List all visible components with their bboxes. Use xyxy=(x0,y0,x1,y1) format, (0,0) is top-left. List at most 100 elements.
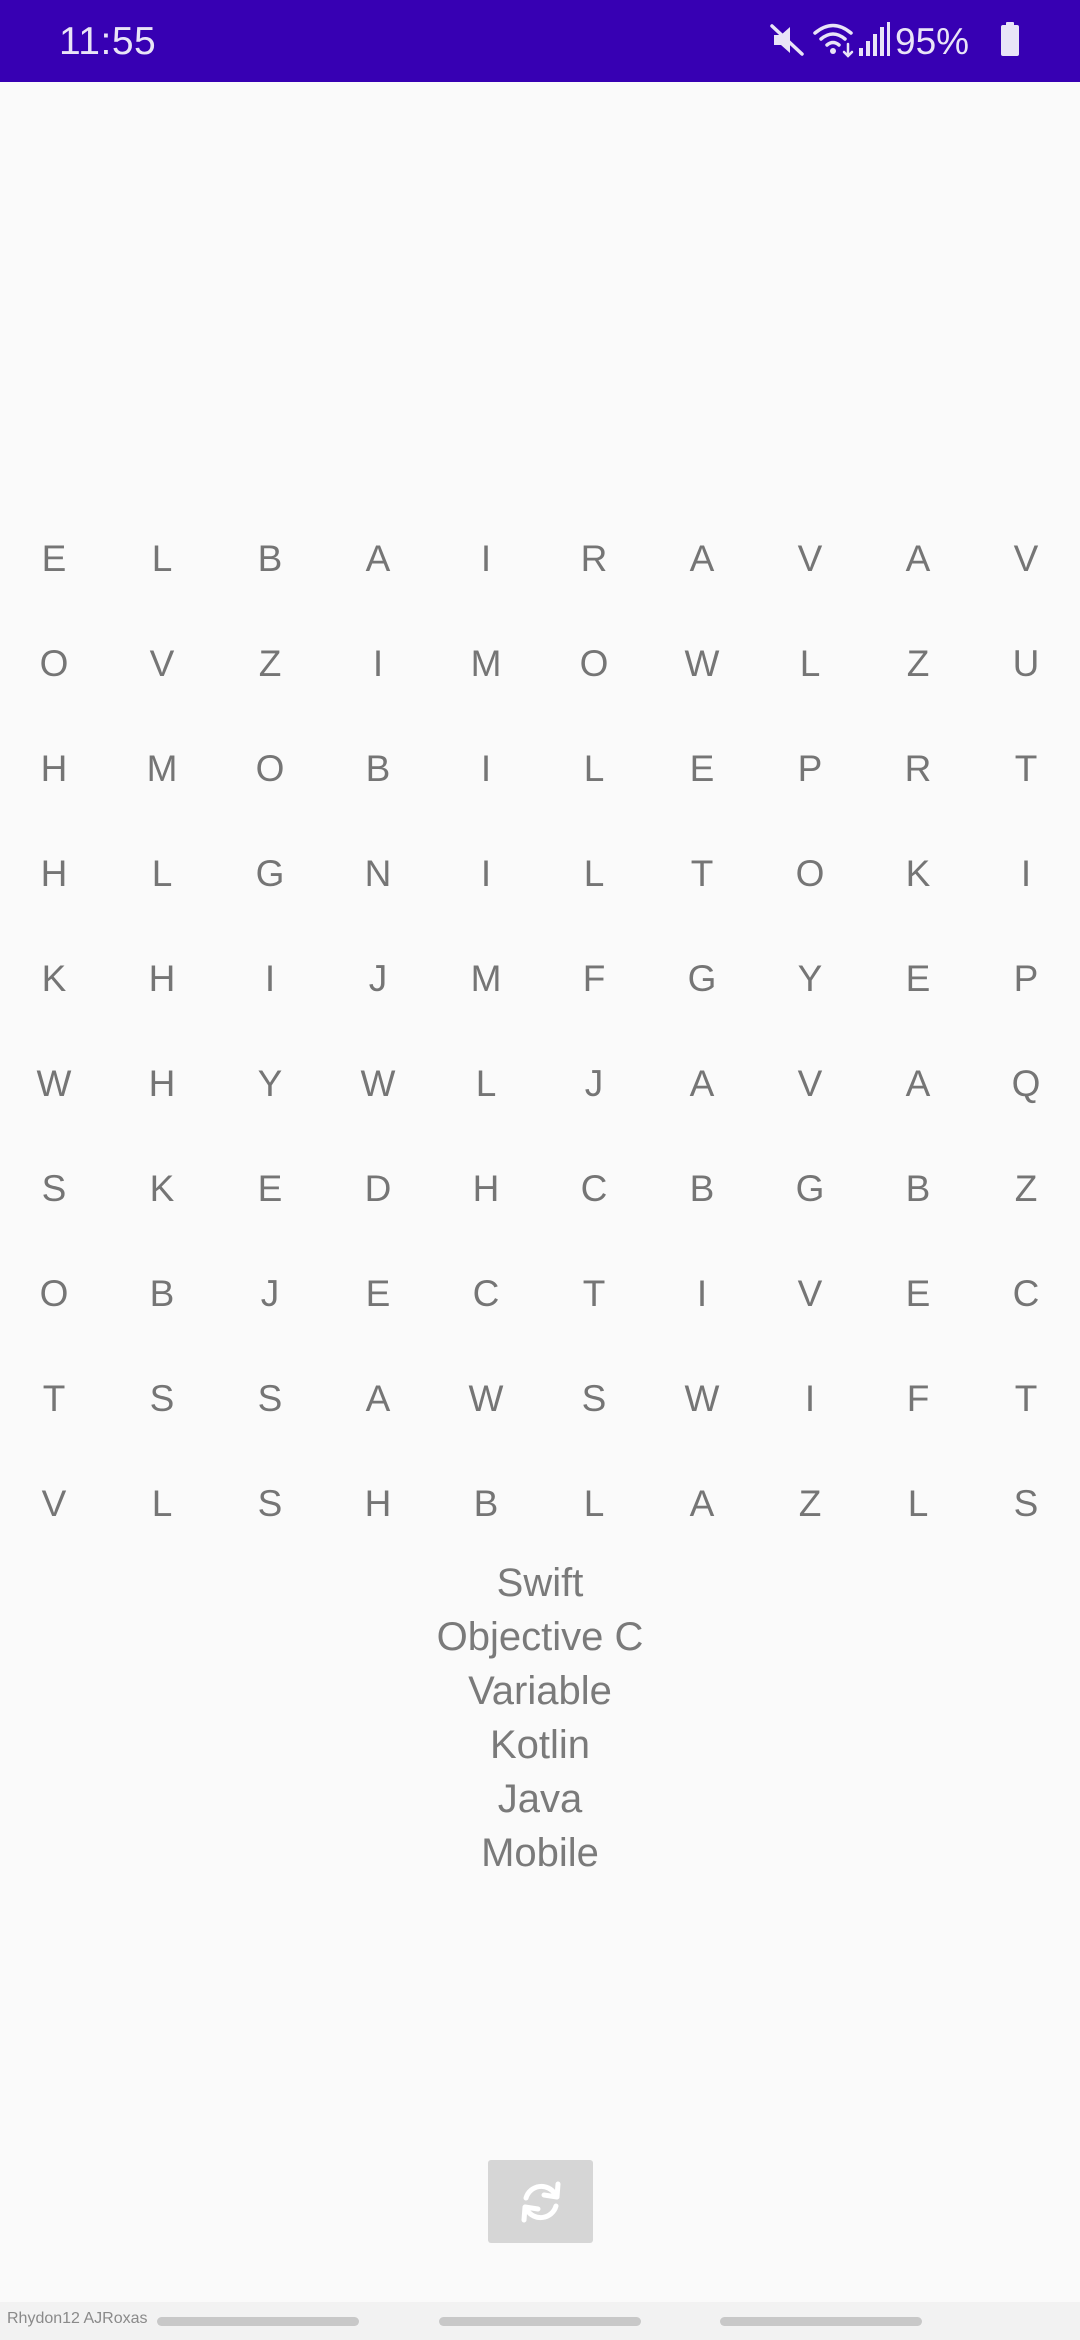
grid-cell[interactable]: W xyxy=(648,611,756,716)
grid-cell[interactable]: L xyxy=(108,1451,216,1556)
grid-cell[interactable]: V xyxy=(756,506,864,611)
grid-cell[interactable]: E xyxy=(0,506,108,611)
grid-cell[interactable]: E xyxy=(216,1136,324,1241)
grid-cell[interactable]: Z xyxy=(756,1451,864,1556)
grid-cell[interactable]: K xyxy=(864,821,972,926)
grid-cell[interactable]: B xyxy=(324,716,432,821)
grid-cell[interactable]: E xyxy=(324,1241,432,1346)
grid-cell[interactable]: J xyxy=(216,1241,324,1346)
grid-cell[interactable]: A xyxy=(648,1451,756,1556)
grid-cell[interactable]: H xyxy=(108,926,216,1031)
grid-cell[interactable]: J xyxy=(324,926,432,1031)
grid-cell[interactable]: L xyxy=(864,1451,972,1556)
grid-cell[interactable]: K xyxy=(0,926,108,1031)
grid-cell[interactable]: P xyxy=(972,926,1080,1031)
grid-cell[interactable]: S xyxy=(216,1346,324,1451)
grid-cell[interactable]: S xyxy=(0,1136,108,1241)
grid-cell[interactable]: W xyxy=(432,1346,540,1451)
grid-cell[interactable]: R xyxy=(864,716,972,821)
grid-cell[interactable]: V xyxy=(0,1451,108,1556)
grid-cell[interactable]: V xyxy=(108,611,216,716)
grid-cell[interactable]: T xyxy=(972,1346,1080,1451)
grid-cell[interactable]: A xyxy=(648,1031,756,1136)
grid-cell[interactable]: B xyxy=(648,1136,756,1241)
grid-cell[interactable]: C xyxy=(432,1241,540,1346)
grid-cell[interactable]: L xyxy=(540,1451,648,1556)
grid-cell[interactable]: B xyxy=(864,1136,972,1241)
grid-cell[interactable]: O xyxy=(216,716,324,821)
grid-cell[interactable]: V xyxy=(972,506,1080,611)
grid-cell[interactable]: T xyxy=(540,1241,648,1346)
grid-cell[interactable]: K xyxy=(108,1136,216,1241)
grid-cell[interactable]: M xyxy=(432,926,540,1031)
grid-cell[interactable]: I xyxy=(756,1346,864,1451)
grid-cell[interactable]: L xyxy=(432,1031,540,1136)
grid-cell[interactable]: B xyxy=(432,1451,540,1556)
nav-handle[interactable] xyxy=(439,2317,641,2326)
grid-cell[interactable]: A xyxy=(324,1346,432,1451)
grid-cell[interactable]: F xyxy=(540,926,648,1031)
grid-cell[interactable]: D xyxy=(324,1136,432,1241)
grid-cell[interactable]: R xyxy=(540,506,648,611)
grid-cell[interactable]: A xyxy=(324,506,432,611)
grid-cell[interactable]: I xyxy=(324,611,432,716)
grid-cell[interactable]: W xyxy=(0,1031,108,1136)
nav-handle[interactable] xyxy=(720,2317,922,2326)
grid-cell[interactable]: L xyxy=(756,611,864,716)
grid-cell[interactable]: H xyxy=(108,1031,216,1136)
grid-cell[interactable]: O xyxy=(0,1241,108,1346)
grid-cell[interactable]: P xyxy=(756,716,864,821)
grid-cell[interactable]: W xyxy=(648,1346,756,1451)
grid-cell[interactable]: J xyxy=(540,1031,648,1136)
grid-cell[interactable]: I xyxy=(972,821,1080,926)
grid-cell[interactable]: Y xyxy=(216,1031,324,1136)
grid-cell[interactable]: O xyxy=(0,611,108,716)
grid-cell[interactable]: L xyxy=(540,821,648,926)
grid-cell[interactable]: E xyxy=(864,1241,972,1346)
grid-cell[interactable]: N xyxy=(324,821,432,926)
grid-cell[interactable]: G xyxy=(756,1136,864,1241)
grid-cell[interactable]: B xyxy=(216,506,324,611)
grid-cell[interactable]: U xyxy=(972,611,1080,716)
grid-cell[interactable]: V xyxy=(756,1241,864,1346)
grid-cell[interactable]: W xyxy=(324,1031,432,1136)
grid-cell[interactable]: O xyxy=(756,821,864,926)
grid-cell[interactable]: H xyxy=(432,1136,540,1241)
grid-cell[interactable]: Y xyxy=(756,926,864,1031)
grid-cell[interactable]: S xyxy=(216,1451,324,1556)
grid-cell[interactable]: C xyxy=(540,1136,648,1241)
grid-cell[interactable]: S xyxy=(972,1451,1080,1556)
grid-cell[interactable]: I xyxy=(648,1241,756,1346)
nav-handle[interactable] xyxy=(157,2317,359,2326)
grid-cell[interactable]: B xyxy=(108,1241,216,1346)
grid-cell[interactable]: H xyxy=(0,821,108,926)
refresh-button[interactable] xyxy=(488,2160,593,2243)
grid-cell[interactable]: I xyxy=(432,716,540,821)
grid-cell[interactable]: I xyxy=(432,506,540,611)
grid-cell[interactable]: E xyxy=(864,926,972,1031)
grid-cell[interactable]: I xyxy=(216,926,324,1031)
grid-cell[interactable]: Z xyxy=(972,1136,1080,1241)
grid-cell[interactable]: L xyxy=(540,716,648,821)
grid-cell[interactable]: G xyxy=(648,926,756,1031)
grid-cell[interactable]: F xyxy=(864,1346,972,1451)
grid-cell[interactable]: S xyxy=(108,1346,216,1451)
grid-cell[interactable]: Q xyxy=(972,1031,1080,1136)
grid-cell[interactable]: S xyxy=(540,1346,648,1451)
grid-cell[interactable]: T xyxy=(972,716,1080,821)
grid-cell[interactable]: C xyxy=(972,1241,1080,1346)
grid-cell[interactable]: A xyxy=(864,1031,972,1136)
grid-cell[interactable]: M xyxy=(432,611,540,716)
grid-cell[interactable]: H xyxy=(324,1451,432,1556)
grid-cell[interactable]: A xyxy=(648,506,756,611)
grid-cell[interactable]: I xyxy=(432,821,540,926)
grid-cell[interactable]: T xyxy=(0,1346,108,1451)
grid-cell[interactable]: O xyxy=(540,611,648,716)
grid-cell[interactable]: L xyxy=(108,821,216,926)
grid-cell[interactable]: E xyxy=(648,716,756,821)
grid-cell[interactable]: M xyxy=(108,716,216,821)
grid-cell[interactable]: Z xyxy=(864,611,972,716)
grid-cell[interactable]: H xyxy=(0,716,108,821)
grid-cell[interactable]: T xyxy=(648,821,756,926)
grid-cell[interactable]: L xyxy=(108,506,216,611)
